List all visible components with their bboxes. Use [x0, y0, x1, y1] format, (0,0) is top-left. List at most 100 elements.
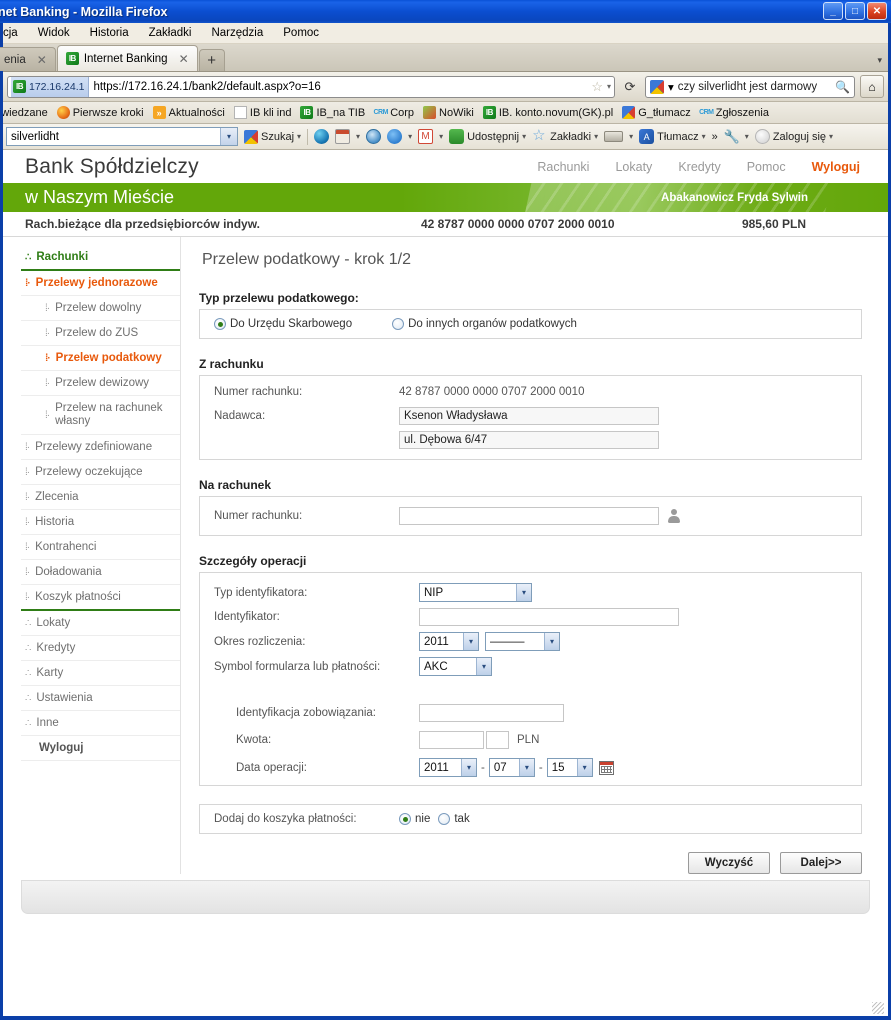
bookmark-item[interactable]: CRM Corp [373, 106, 414, 119]
bookmarks-page-icon[interactable] [335, 129, 351, 144]
tab-close-icon[interactable]: ✕ [37, 53, 47, 67]
chevron-down-icon[interactable]: ▾ [297, 132, 301, 141]
clock-icon[interactable] [366, 129, 382, 144]
minimize-button[interactable]: _ [823, 2, 843, 20]
google-search-button[interactable]: Szukaj ▾ [244, 129, 301, 144]
menu-item-help[interactable]: Pomoc [283, 27, 319, 39]
chevron-down-icon[interactable]: ▾ [356, 132, 360, 141]
google-bookmarks-button[interactable]: ☆ Zakładki ▾ [532, 128, 598, 144]
sidebar-item-rachunki[interactable]: ∴ Rachunki [21, 245, 180, 271]
menu-item-view[interactable]: Widok [38, 27, 70, 39]
menu-item-tools[interactable]: Narzędzia [211, 27, 263, 39]
sidebar-item-koszyk-platnosci[interactable]: ⁞· Koszyk płatności [21, 585, 180, 611]
amount-integer-input[interactable] [419, 731, 484, 749]
tab-close-icon[interactable]: ✕ [179, 52, 189, 66]
period-type-select[interactable]: ——— ▾ [485, 632, 560, 651]
gmail-icon[interactable]: M [418, 129, 434, 144]
date-year-select[interactable]: 2011 ▾ [419, 758, 477, 777]
topnav-kredyty[interactable]: Kredyty [678, 160, 720, 174]
sidebar-item-historia[interactable]: ⁞· Historia [21, 510, 180, 535]
resize-grip[interactable] [872, 1002, 884, 1014]
obligation-input[interactable] [419, 704, 564, 722]
sidebar-item-przelewy-zdefiniowane[interactable]: ⁞· Przelewy zdefiniowane [21, 435, 180, 460]
site-identity-badge[interactable]: IB 172.16.24.1 [11, 76, 90, 97]
sidebar-item-lokaty[interactable]: ∴ Lokaty [21, 611, 180, 636]
home-button[interactable]: ⌂ [860, 75, 884, 98]
sidebar-item-doladowania[interactable]: ⁞· Doładowania [21, 560, 180, 585]
chevron-down-icon[interactable]: ▾ [829, 132, 833, 141]
radio-do-urzedu-skarbowego[interactable]: Do Urzędu Skarbowego [214, 318, 352, 330]
close-button[interactable]: ✕ [867, 2, 887, 20]
chevron-down-icon[interactable]: ▾ [220, 128, 237, 145]
sidebar-item-przelew-dowolny[interactable]: ⁞· Przelew dowolny [21, 296, 180, 321]
radio-basket-tak[interactable]: tak [438, 813, 470, 825]
topnav-rachunki[interactable]: Rachunki [537, 160, 589, 174]
tab-list-arrow-icon[interactable]: ▾ [877, 55, 888, 71]
date-month-select[interactable]: 07 ▾ [488, 758, 535, 777]
wrench-icon[interactable]: 🔧 [724, 129, 740, 144]
tab-internet-banking[interactable]: IB Internet Banking ✕ [56, 45, 198, 71]
radio-do-innych-organow[interactable]: Do innych organów podatkowych [392, 318, 577, 330]
date-day-select[interactable]: 15 ▾ [546, 758, 593, 777]
google-translate-button[interactable]: A Tłumacz ▾ [639, 129, 706, 144]
bookmark-item[interactable]: NoWiki [423, 106, 474, 119]
chevron-down-icon[interactable]: ▾ [522, 132, 526, 141]
identifier-input[interactable] [419, 608, 679, 626]
sidebar-item-przelew-do-zus[interactable]: ⁞· Przelew do ZUS [21, 321, 180, 346]
sidebar-item-ustawienia[interactable]: ∴ Ustawienia [21, 686, 180, 711]
menu-item-bookmarks[interactable]: Zakładki [149, 27, 192, 39]
sidebar-item-wyloguj[interactable]: Wyloguj [21, 736, 180, 761]
toolbar-overflow-button[interactable]: » [712, 131, 718, 143]
new-tab-button[interactable]: + [198, 49, 225, 71]
bookmark-item[interactable]: Pierwsze kroki [56, 106, 144, 119]
address-bar[interactable]: IB 172.16.24.1 https://172.16.24.1/bank2… [7, 75, 615, 98]
globe-icon[interactable] [314, 129, 330, 144]
chevron-down-icon[interactable]: ▾ [594, 132, 598, 141]
chevron-down-icon[interactable]: ▾ [702, 132, 706, 141]
bookmark-item[interactable]: G_tłumacz [622, 106, 691, 119]
bookmark-item[interactable]: » Aktualności [152, 106, 225, 119]
share-blue-icon[interactable] [387, 129, 403, 144]
sender-address-input[interactable]: ul. Dębowa 6/47 [399, 431, 659, 449]
menu-item-history[interactable]: Historia [90, 27, 129, 39]
calendar-icon[interactable] [598, 760, 614, 775]
topnav-pomoc[interactable]: Pomoc [747, 160, 786, 174]
chevron-down-icon[interactable]: ▾ [745, 132, 749, 141]
chevron-down-icon[interactable]: ▾ [408, 132, 412, 141]
sidebar-item-inne[interactable]: ∴ Inne [21, 711, 180, 736]
chevron-down-icon[interactable]: ▾ [607, 82, 611, 91]
chevron-down-icon[interactable]: ▾ [629, 132, 633, 141]
next-button[interactable]: Dalej>> [780, 852, 862, 874]
search-icon[interactable]: 🔍 [835, 80, 850, 94]
sidebar-item-przelew-dewizowy[interactable]: ⁞· Przelew dewizowy [21, 371, 180, 396]
chevron-down-icon[interactable]: ▾ [439, 132, 443, 141]
sidebar-item-przelew-na-rachunek-wlasny[interactable]: ⁞· Przelew na rachunek własny [21, 396, 180, 435]
sidebar-item-zlecenia[interactable]: ⁞· Zlecenia [21, 485, 180, 510]
maximize-button[interactable]: □ [845, 2, 865, 20]
bookmark-item[interactable]: IB kli ind [233, 106, 291, 119]
bookmark-item[interactable]: IB IB_na TIB [300, 106, 365, 119]
sidebar-item-przelew-podatkowy[interactable]: ⁞· Przelew podatkowy [21, 346, 180, 371]
to-account-number-input[interactable] [399, 507, 659, 525]
period-year-select[interactable]: 2011 ▾ [419, 632, 479, 651]
amount-decimal-input[interactable] [486, 731, 509, 749]
bookmark-star-icon[interactable]: ☆ [591, 79, 603, 95]
reload-button[interactable]: ⟳ [620, 79, 640, 95]
chevron-down-icon[interactable]: ▾ [668, 80, 674, 94]
id-type-select[interactable]: NIP ▾ [419, 583, 532, 602]
search-bar[interactable]: ▾ czy silverlidht jest darmowy 🔍 [645, 75, 855, 98]
bookmark-item[interactable]: CRM Zgłoszenia [699, 106, 769, 119]
radio-basket-nie[interactable]: nie [399, 813, 430, 825]
contacts-person-icon[interactable] [667, 508, 680, 524]
sender-name-input[interactable]: Ksenon Władysława [399, 407, 659, 425]
topnav-logout[interactable]: Wyloguj [812, 160, 860, 174]
bookmark-item[interactable]: odwiedzane [3, 107, 48, 119]
topnav-lokaty[interactable]: Lokaty [615, 160, 652, 174]
sidebar-item-kontrahenci[interactable]: ⁞· Kontrahenci [21, 535, 180, 560]
sidebar-item-kredyty[interactable]: ∴ Kredyty [21, 636, 180, 661]
menu-item-edit[interactable]: cja [3, 27, 18, 39]
bookmark-item[interactable]: IB IB. konto.novum(GK).pl [482, 106, 613, 119]
google-share-button[interactable]: Udostępnij ▾ [449, 129, 526, 144]
form-symbol-select[interactable]: AKC ▾ [419, 657, 492, 676]
sidebar-item-przelewy-jednorazowe[interactable]: ⁞· Przelewy jednorazowe [21, 271, 180, 296]
